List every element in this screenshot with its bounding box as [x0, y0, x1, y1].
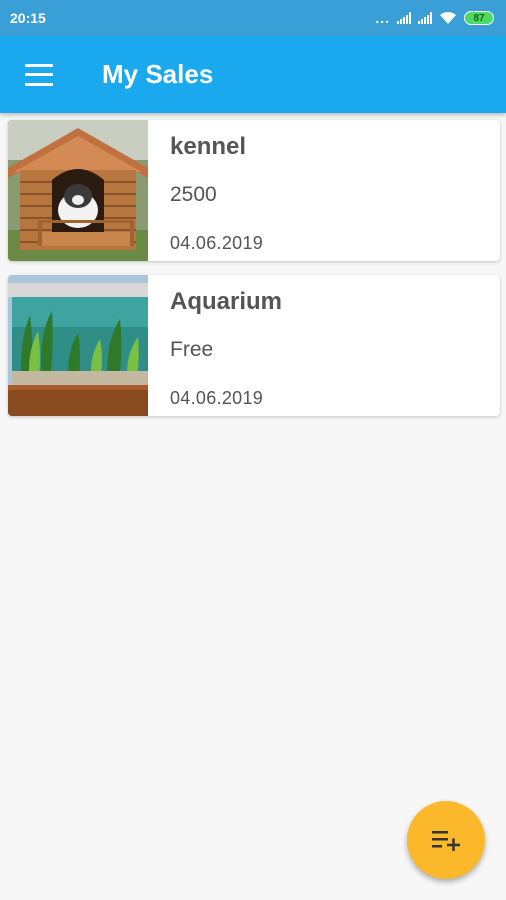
sale-card-kennel[interactable]: kennel 2500 04.06.2019: [8, 120, 500, 261]
page-title: My Sales: [102, 59, 214, 89]
sale-date: 04.06.2019: [170, 388, 264, 408]
sale-title: kennel: [170, 133, 247, 160]
sale-price: 2500: [170, 183, 217, 206]
playlist-add-icon: [432, 831, 460, 851]
sale-date: 04.06.2019: [170, 233, 264, 253]
app-bar: My Sales: [0, 36, 506, 113]
signal-icon: [397, 12, 411, 24]
aquarium-thumbnail: [8, 275, 148, 416]
wifi-icon: [440, 11, 456, 24]
add-sale-button[interactable]: [407, 801, 485, 879]
sale-title: Aquarium: [170, 288, 283, 315]
card-body: Aquarium Free 04.06.2019: [148, 275, 500, 416]
sales-list: kennel 2500 04.06.2019 Aquarium Free 04.…: [8, 120, 500, 430]
status-icons: ... 87: [375, 11, 494, 25]
sale-price: Free: [170, 338, 214, 361]
status-time: 20:15: [10, 10, 46, 26]
screen: 20:15 ... 87 My Sales kennel 2500 04.06.…: [0, 0, 506, 900]
sale-card-aquarium[interactable]: Aquarium Free 04.06.2019: [8, 275, 500, 416]
hamburger-menu-icon: [25, 63, 53, 86]
kennel-thumbnail: [8, 120, 148, 261]
status-bar: 20:15 ... 87: [0, 0, 506, 36]
menu-button[interactable]: [0, 36, 80, 113]
card-body: kennel 2500 04.06.2019: [148, 120, 500, 261]
notification-dots: ...: [375, 10, 390, 26]
battery-icon: 87: [464, 11, 494, 25]
signal-icon-2: [418, 12, 432, 24]
